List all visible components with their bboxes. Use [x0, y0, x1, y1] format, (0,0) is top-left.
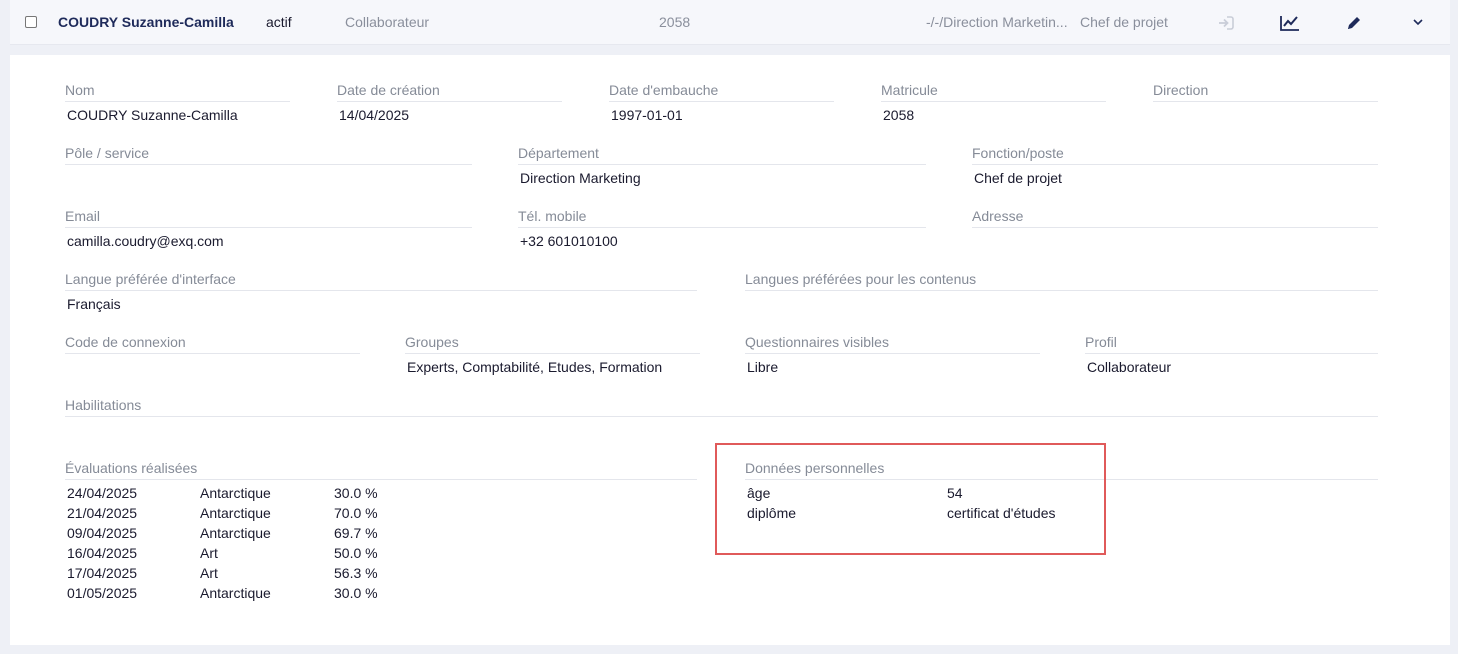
eval-score: 56.3 %	[334, 565, 378, 581]
chevron-down-icon[interactable]	[1413, 18, 1423, 26]
eval-score: 30.0 %	[334, 585, 378, 601]
user-profile: Collaborateur	[345, 14, 430, 30]
eval-theme: Art	[200, 545, 218, 561]
field-value-tel: +32 601010100	[520, 233, 618, 249]
field-value-departement: Direction Marketing	[520, 170, 641, 186]
eval-date: 16/04/2025	[67, 545, 138, 561]
field-value-langue-interface: Français	[67, 296, 121, 312]
eval-theme: Antarctique	[200, 525, 271, 541]
field-value-email: camilla.coudry@exq.com	[67, 233, 224, 249]
field-label-code-connexion: Code de connexion	[65, 334, 186, 350]
field-label-nom: Nom	[65, 82, 95, 98]
row-select-checkbox[interactable]	[25, 16, 37, 28]
user-matricule: 2058	[659, 14, 691, 30]
evaluations-label: Évaluations réalisées	[65, 460, 198, 476]
field-value-fonction: Chef de projet	[974, 170, 1062, 186]
field-value-questionnaires: Libre	[747, 359, 779, 375]
field-value-nom: COUDRY Suzanne-Camilla	[67, 107, 238, 123]
eval-score: 70.0 %	[334, 505, 378, 521]
eval-date: 01/05/2025	[67, 585, 138, 601]
user-function: Chef de projet	[1080, 14, 1168, 30]
field-label-email: Email	[65, 208, 101, 224]
field-value-date-creation: 14/04/2025	[339, 107, 410, 123]
field-label-langues-contenus: Langues préférées pour les contenus	[745, 271, 977, 287]
field-label-fonction: Fonction/poste	[972, 145, 1064, 161]
field-label-questionnaires: Questionnaires visibles	[745, 334, 889, 350]
field-label-habilitations: Habilitations	[65, 397, 142, 413]
user-status: actif	[266, 14, 292, 30]
eval-date: 09/04/2025	[67, 525, 138, 541]
eval-date: 24/04/2025	[67, 485, 138, 501]
sign-in-icon[interactable]	[1218, 16, 1234, 30]
field-label-date-embauche: Date d'embauche	[609, 82, 719, 98]
field-value-groupes: Experts, Comptabilité, Etudes, Formation	[407, 359, 663, 375]
eval-theme: Antarctique	[200, 485, 271, 501]
personal-data-highlight-box	[715, 443, 1106, 555]
eval-theme: Antarctique	[200, 585, 271, 601]
user-detail-panel	[10, 55, 1450, 645]
field-label-profil: Profil	[1085, 334, 1117, 350]
eval-date: 21/04/2025	[67, 505, 138, 521]
field-label-matricule: Matricule	[881, 82, 938, 98]
field-label-departement: Département	[518, 145, 599, 161]
pencil-icon[interactable]	[1346, 15, 1362, 31]
field-value-date-embauche: 1997-01-01	[611, 107, 683, 123]
field-value-matricule: 2058	[883, 107, 915, 123]
field-label-tel: Tél. mobile	[518, 208, 587, 224]
user-path: -/-/Direction Marketin...	[926, 14, 1068, 30]
field-label-groupes: Groupes	[405, 334, 459, 350]
eval-date: 17/04/2025	[67, 565, 138, 581]
field-label-date-creation: Date de création	[337, 82, 440, 98]
field-label-pole: Pôle / service	[65, 145, 150, 161]
field-label-langue-interface: Langue préférée d'interface	[65, 271, 236, 287]
field-label-adresse: Adresse	[972, 208, 1024, 224]
eval-theme: Antarctique	[200, 505, 271, 521]
chart-line-icon[interactable]	[1280, 15, 1300, 31]
eval-score: 30.0 %	[334, 485, 378, 501]
user-name[interactable]: COUDRY Suzanne-Camilla	[58, 14, 234, 30]
field-label-direction: Direction	[1153, 82, 1209, 98]
eval-score: 50.0 %	[334, 545, 378, 561]
eval-theme: Art	[200, 565, 218, 581]
eval-score: 69.7 %	[334, 525, 378, 541]
field-value-profil: Collaborateur	[1087, 359, 1172, 375]
